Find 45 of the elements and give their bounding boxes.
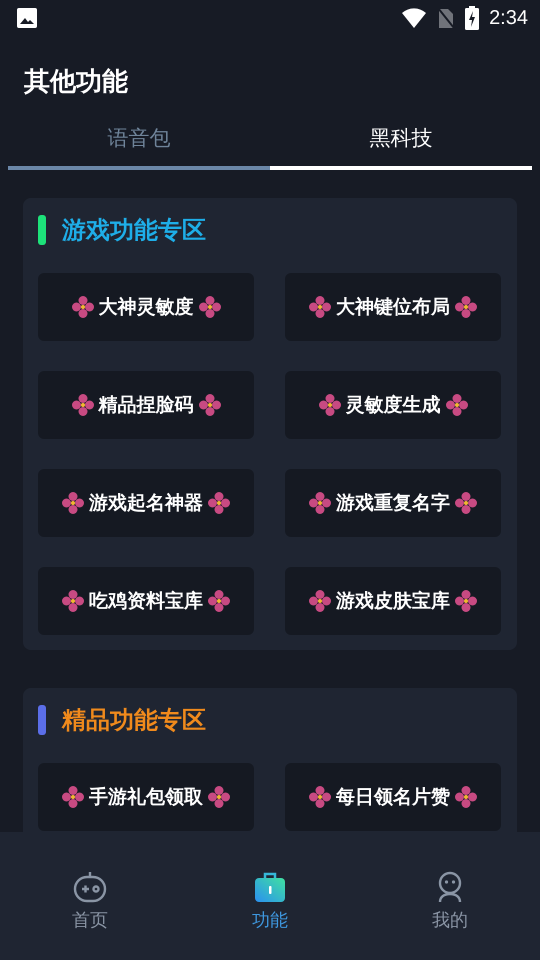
feature-button[interactable]: 每日领名片赞: [285, 763, 501, 831]
wifi-icon: [401, 7, 428, 29]
clock-time: 2:34: [489, 6, 528, 30]
flower-icon: [61, 589, 85, 613]
flower-icon: [454, 491, 478, 515]
flower-icon: [70, 393, 94, 417]
flower-icon: [308, 589, 332, 613]
flower-icon: [198, 393, 222, 417]
section-title: 游戏功能专区: [62, 215, 206, 246]
feature-button[interactable]: 大神灵敏度: [38, 273, 254, 341]
flower-icon: [454, 589, 478, 613]
feature-button[interactable]: 手游礼包领取: [38, 763, 254, 831]
feature-button[interactable]: 吃鸡资料宝库: [38, 567, 254, 635]
nav-item[interactable]: 首页: [0, 870, 180, 932]
feature-button[interactable]: 游戏皮肤宝库: [285, 567, 501, 635]
flower-icon: [70, 295, 94, 319]
flower-icon: [61, 491, 85, 515]
nav-item[interactable]: 我的: [360, 870, 540, 932]
feature-button[interactable]: 游戏重复名字: [285, 469, 501, 537]
flower-icon: [454, 785, 478, 809]
image-icon: [16, 7, 38, 29]
flower-icon: [308, 785, 332, 809]
flower-icon: [308, 295, 332, 319]
flower-icon: [318, 393, 342, 417]
tab[interactable]: 黑科技: [270, 110, 532, 170]
briefcase-icon: [253, 870, 287, 904]
flower-icon: [61, 785, 85, 809]
section-title: 精品功能专区: [62, 705, 206, 736]
flower-icon: [444, 393, 468, 417]
flower-icon: [454, 295, 478, 319]
page-title: 其他功能: [23, 66, 129, 98]
feature-button[interactable]: 游戏起名神器: [38, 469, 254, 537]
feature-button[interactable]: 大神键位布局: [285, 273, 501, 341]
feature-button[interactable]: 灵敏度生成: [285, 371, 501, 439]
flower-icon: [198, 295, 222, 319]
tab[interactable]: 语音包: [8, 110, 270, 170]
gamepad-icon: [73, 870, 107, 904]
nav-item[interactable]: 功能: [180, 870, 360, 932]
battery-charging-icon: [465, 6, 480, 30]
no-sim-icon: [437, 7, 456, 29]
flower-icon: [207, 785, 231, 809]
flower-icon: [308, 491, 332, 515]
feature-button[interactable]: 精品捏脸码: [38, 371, 254, 439]
flower-icon: [207, 589, 231, 613]
flower-icon: [207, 491, 231, 515]
